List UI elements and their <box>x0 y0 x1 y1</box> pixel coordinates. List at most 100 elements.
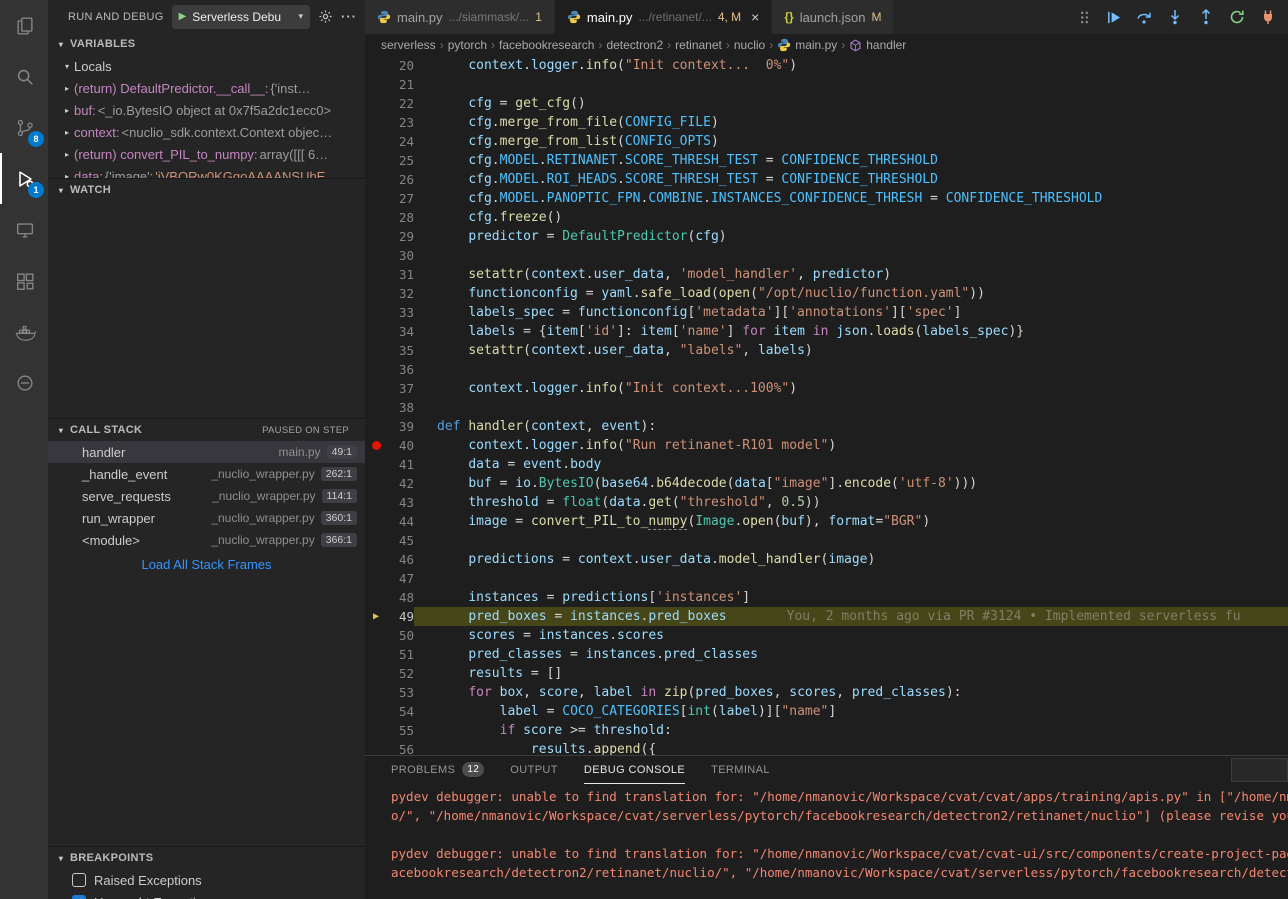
variable-row[interactable]: ▸buf: <_io.BytesIO object at 0x7f5a2dc1e… <box>48 99 365 121</box>
code-line[interactable]: 26 cfg.MODEL.ROI_HEADS.SCORE_THRESH_TEST… <box>365 170 1288 189</box>
code-line[interactable]: 21 <box>365 75 1288 94</box>
code-line[interactable]: 50 scores = instances.scores <box>365 626 1288 645</box>
code-line[interactable]: 33 labels_spec = functionconfig['metadat… <box>365 303 1288 322</box>
stack-frame[interactable]: handlermain.py49:1 <box>48 441 365 463</box>
stack-frame[interactable]: <module>_nuclio_wrapper.py366:1 <box>48 529 365 551</box>
variable-row[interactable]: ▸(return) DefaultPredictor.__call__: {'i… <box>48 77 365 99</box>
console-line[interactable]: acebookresearch/detectron2/retinanet/nuc… <box>391 863 1288 882</box>
activity-item-docker[interactable] <box>0 306 48 357</box>
code-line[interactable]: 46 predictions = context.user_data.model… <box>365 550 1288 569</box>
stack-frame[interactable]: _handle_event_nuclio_wrapper.py262:1 <box>48 463 365 485</box>
editor-tab[interactable]: {}launch.jsonM <box>772 0 894 34</box>
code-line[interactable]: 29 predictor = DefaultPredictor(cfg) <box>365 227 1288 246</box>
grip-icon[interactable] <box>1078 10 1091 25</box>
code-line[interactable]: 30 <box>365 246 1288 265</box>
variable-row[interactable]: ▸(return) convert_PIL_to_numpy: array([[… <box>48 143 365 165</box>
step-over-icon[interactable] <box>1136 9 1152 25</box>
code-line[interactable]: 56 results.append({ <box>365 740 1288 755</box>
launch-config-dropdown[interactable]: ▶ Serverless Debu ▾ <box>172 5 310 29</box>
scope-locals[interactable]: ▾ Locals <box>48 55 365 77</box>
start-debugging-icon[interactable]: ▶ <box>179 11 187 22</box>
breadcrumb-item[interactable]: serverless <box>381 38 436 52</box>
breadcrumb-item[interactable]: handler <box>849 38 906 52</box>
code-line[interactable]: 25 cfg.MODEL.RETINANET.SCORE_THRESH_TEST… <box>365 151 1288 170</box>
activity-item-remote-explorer[interactable] <box>0 204 48 255</box>
activity-item-source-control[interactable]: 8 <box>0 102 48 153</box>
code-line[interactable]: 40 context.logger.info("Run retinanet-R1… <box>365 436 1288 455</box>
code-line[interactable]: 44 image = convert_PIL_to_numpy(Image.op… <box>365 512 1288 531</box>
activity-item-run-debug[interactable]: 1 <box>0 153 48 204</box>
code-line[interactable]: 23 cfg.merge_from_file(CONFIG_FILE) <box>365 113 1288 132</box>
code-line[interactable]: 39def handler(context, event): <box>365 417 1288 436</box>
breakpoint-row[interactable]: ✓Uncaught Exceptions <box>48 891 365 899</box>
code-line[interactable]: 22 cfg = get_cfg() <box>365 94 1288 113</box>
breakpoints-section-header[interactable]: ▾ BREAKPOINTS <box>48 847 365 869</box>
editor-tab[interactable]: main.py.../siammask/...1 <box>365 0 555 34</box>
breadcrumb-item[interactable]: pytorch <box>448 38 487 52</box>
activity-item-tools[interactable] <box>0 357 48 408</box>
variable-row[interactable]: ▸data: {'image': 'iVBORw0KGgoAAAANSUhE… <box>48 165 365 178</box>
editor-tab[interactable]: main.py.../retinanet/...4, M× <box>555 0 772 34</box>
console-line[interactable] <box>391 825 1288 844</box>
code-line[interactable]: 20 context.logger.info("Init context... … <box>365 56 1288 75</box>
console-line[interactable]: pydev debugger: unable to find translati… <box>391 787 1288 806</box>
breadcrumb-item[interactable]: detectron2 <box>606 38 663 52</box>
code-line[interactable]: 32 functionconfig = yaml.safe_load(open(… <box>365 284 1288 303</box>
console-filter-input[interactable] <box>1231 758 1288 782</box>
code-line[interactable]: 34 labels = {item['id']: item['name'] fo… <box>365 322 1288 341</box>
code-line[interactable]: 53 for box, score, label in zip(pred_box… <box>365 683 1288 702</box>
code-line[interactable]: 35 setattr(context.user_data, "labels", … <box>365 341 1288 360</box>
restart-icon[interactable] <box>1229 9 1245 25</box>
activity-item-search[interactable] <box>0 51 48 102</box>
code-line[interactable]: 48 instances = predictions['instances'] <box>365 588 1288 607</box>
gear-icon[interactable] <box>318 9 333 24</box>
step-into-icon[interactable] <box>1167 9 1183 25</box>
breadcrumb-item[interactable]: main.py <box>777 38 837 52</box>
code-line[interactable]: 42 buf = io.BytesIO(base64.b64decode(dat… <box>365 474 1288 493</box>
breadcrumb-item[interactable]: facebookresearch <box>499 38 594 52</box>
breakpoint-checkbox[interactable] <box>72 873 86 887</box>
disconnect-icon[interactable] <box>1260 9 1276 25</box>
code-line[interactable]: 28 cfg.freeze() <box>365 208 1288 227</box>
code-line[interactable]: ▶49 pred_boxes = instances.pred_boxesYou… <box>365 607 1288 626</box>
code-line[interactable]: 37 context.logger.info("Init context...1… <box>365 379 1288 398</box>
more-actions-icon[interactable]: ··· <box>341 9 357 24</box>
console-line[interactable]: pydev debugger: unable to find translati… <box>391 844 1288 863</box>
stack-frame[interactable]: run_wrapper_nuclio_wrapper.py360:1 <box>48 507 365 529</box>
activity-item-explorer[interactable] <box>0 0 48 51</box>
variable-row[interactable]: ▸context: <nuclio_sdk.context.Context ob… <box>48 121 365 143</box>
code-line[interactable]: 47 <box>365 569 1288 588</box>
code-line[interactable]: 51 pred_classes = instances.pred_classes <box>365 645 1288 664</box>
breadcrumb-item[interactable]: nuclio <box>734 38 765 52</box>
breakpoint-checkbox[interactable]: ✓ <box>72 895 86 899</box>
close-icon[interactable]: × <box>751 9 759 25</box>
code-line[interactable]: 38 <box>365 398 1288 417</box>
code-line[interactable]: 54 label = COCO_CATEGORIES[int(label)]["… <box>365 702 1288 721</box>
code-line[interactable]: 31 setattr(context.user_data, 'model_han… <box>365 265 1288 284</box>
code-line[interactable]: 41 data = event.body <box>365 455 1288 474</box>
code-line[interactable]: 55 if score >= threshold: <box>365 721 1288 740</box>
panel-tab-debug-console[interactable]: DEBUG CONSOLE <box>584 756 685 784</box>
code-editor[interactable]: 20 context.logger.info("Init context... … <box>365 56 1288 755</box>
load-all-stack-frames-link[interactable]: Load All Stack Frames <box>48 557 365 572</box>
stack-frame[interactable]: serve_requests_nuclio_wrapper.py114:1 <box>48 485 365 507</box>
code-line[interactable]: 45 <box>365 531 1288 550</box>
watch-section-header[interactable]: ▾ WATCH <box>48 179 365 201</box>
activity-item-extensions[interactable] <box>0 255 48 306</box>
debug-console-output[interactable]: pydev debugger: unable to find translati… <box>365 784 1288 899</box>
code-line[interactable]: 52 results = [] <box>365 664 1288 683</box>
console-line[interactable]: o/", "/home/nmanovic/Workspace/cvat/serv… <box>391 806 1288 825</box>
call-stack-section-header[interactable]: ▾ CALL STACK PAUSED ON STEP <box>48 419 365 441</box>
code-line[interactable]: 36 <box>365 360 1288 379</box>
panel-tab-problems[interactable]: PROBLEMS12 <box>391 756 484 784</box>
code-line[interactable]: 24 cfg.merge_from_list(CONFIG_OPTS) <box>365 132 1288 151</box>
panel-tab-output[interactable]: OUTPUT <box>510 756 558 784</box>
code-line[interactable]: 27 cfg.MODEL.PANOPTIC_FPN.COMBINE.INSTAN… <box>365 189 1288 208</box>
continue-icon[interactable] <box>1106 10 1121 25</box>
breakpoint-row[interactable]: Raised Exceptions <box>48 869 365 891</box>
breadcrumb-item[interactable]: retinanet <box>675 38 722 52</box>
step-out-icon[interactable] <box>1198 9 1214 25</box>
variables-section-header[interactable]: ▾ VARIABLES <box>48 33 365 55</box>
code-line[interactable]: 43 threshold = float(data.get("threshold… <box>365 493 1288 512</box>
panel-tab-terminal[interactable]: TERMINAL <box>711 756 770 784</box>
